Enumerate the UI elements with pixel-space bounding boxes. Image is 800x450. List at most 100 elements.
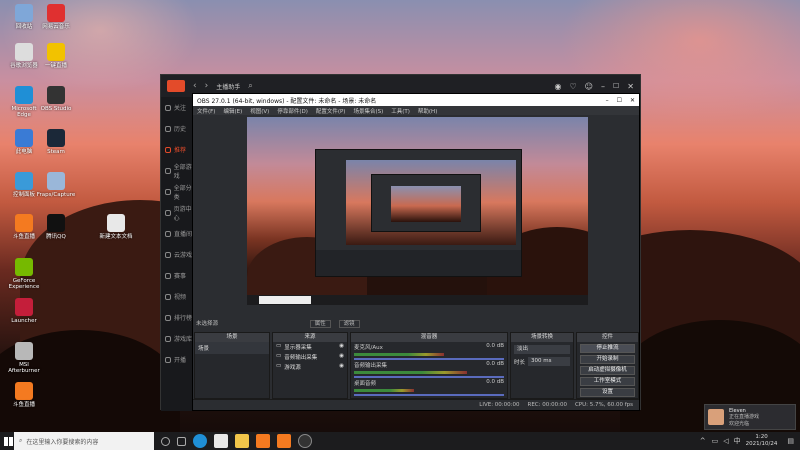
close-icon[interactable]: ✕ [630, 97, 635, 104]
obs-menu-item[interactable]: 停靠部件(D) [277, 107, 308, 115]
sidebar-item-label: 历史 [174, 126, 187, 133]
obs-menu-item[interactable]: 编辑(E) [223, 107, 242, 115]
desktop-icon-label: 斗鱼直播 [12, 402, 35, 408]
clock[interactable]: 1:20 2021/10/24 [746, 434, 778, 447]
sidebar-item[interactable]: 全部游戏 [161, 160, 195, 181]
douyu-icon[interactable] [256, 434, 270, 448]
windows-start-icon[interactable] [4, 437, 13, 446]
obs-menu-item[interactable]: 场景集合(S) [353, 107, 383, 115]
desktop-icon[interactable]: MSI Afterburner [4, 342, 44, 375]
desktop-icon-image [15, 172, 33, 190]
taskbar-search[interactable]: ⌕ 在这里输入你要搜索的内容 [14, 432, 154, 450]
desktop-icon[interactable]: 网易云音乐 [36, 4, 76, 30]
visibility-icon[interactable]: ◉ [339, 353, 344, 361]
source-item[interactable]: ▭ 音频输出采集 ◉ [273, 352, 347, 362]
desktop-icon-label: OBS Studio [40, 106, 72, 112]
sources-panel: 来源 ▭ 显示器采集 ◉ ▭ 音频输出采集 ◉ ▭ 游戏源 ◉ [272, 332, 348, 399]
sidebar-item[interactable]: 游戏库 [161, 328, 195, 349]
maximize-icon[interactable]: ☐ [613, 82, 619, 90]
track-name: 桌面音频 [354, 381, 377, 387]
desktop-icon[interactable]: Fraps/Capture [36, 172, 76, 198]
notification-icon[interactable]: ▤ [787, 437, 794, 445]
close-icon[interactable]: ✕ [627, 82, 634, 91]
heart-icon[interactable]: ♡ [570, 82, 577, 91]
control-button[interactable]: 开始录制 [580, 355, 635, 364]
ime-icon[interactable]: 中 [734, 436, 741, 446]
desktop-icon-image [15, 382, 33, 400]
properties-button[interactable]: 属性 [309, 320, 331, 328]
duration-input[interactable]: 300 ms [528, 357, 570, 366]
obs-taskbar-icon[interactable] [298, 434, 312, 448]
obs-menu-item[interactable]: 视图(V) [250, 107, 269, 115]
sidebar-item-icon [165, 251, 171, 258]
sidebar-item-label: 关注 [174, 105, 187, 112]
volume-icon[interactable]: ◁ [723, 437, 728, 445]
task-view-icon[interactable] [161, 436, 170, 446]
sidebar-item[interactable]: 赛事 [161, 265, 195, 286]
source-item[interactable]: ▭ 游戏源 ◉ [273, 362, 347, 372]
status-bar: LIVE: 00:00:00 REC: 00:00:00 CPU: 5.7%, … [193, 399, 639, 410]
control-button[interactable]: 停止推流 [580, 344, 635, 353]
sidebar-item[interactable]: 全部分类 [161, 181, 195, 202]
sidebar-item[interactable]: 开播 [161, 349, 195, 370]
sidebar-item[interactable]: 历史 [161, 118, 195, 139]
obs-preview[interactable] [247, 117, 588, 305]
filters-button[interactable]: 滤镜 [338, 320, 360, 328]
forward-icon[interactable]: › [205, 81, 209, 91]
back-icon[interactable]: ‹ [193, 81, 197, 91]
volume-slider[interactable] [354, 358, 504, 360]
folder-icon[interactable] [235, 434, 249, 448]
obs-menu-item[interactable]: 工具(T) [391, 107, 410, 115]
transition-select[interactable]: 淡出 [514, 345, 570, 354]
desktop-icon[interactable]: 新建文本文档 [96, 214, 136, 240]
douyu-icon-2[interactable] [277, 434, 291, 448]
store-icon[interactable] [214, 434, 228, 448]
desktop-icon-image [15, 86, 33, 104]
sidebar-item[interactable]: 关注 [161, 97, 195, 118]
desktop-icon[interactable]: Launcher [4, 298, 44, 324]
desktop-icon-image [47, 43, 65, 61]
desktop-icon[interactable]: 一键直播 [36, 43, 76, 69]
record-icon[interactable]: ◉ [555, 82, 562, 91]
tray-chevron-icon[interactable]: ^ [700, 437, 706, 445]
volume-slider[interactable] [354, 376, 504, 378]
sidebar-item[interactable]: 视频 [161, 286, 195, 307]
notification-toast[interactable]: Eleven 正在直播游戏 欢迎光临 [704, 404, 796, 430]
visibility-icon[interactable]: ◉ [339, 343, 344, 351]
user-icon[interactable]: ☺ [585, 82, 593, 91]
control-button[interactable]: 工作室模式 [580, 377, 635, 386]
desktop-icon[interactable]: 斗鱼直播 [4, 382, 44, 408]
scenes-header: 场景 [195, 333, 269, 342]
visibility-icon[interactable]: ◉ [339, 363, 344, 371]
maximize-icon[interactable]: ☐ [617, 97, 622, 104]
obs-menu-item[interactable]: 文件(F) [197, 107, 215, 115]
minimize-icon[interactable]: – [601, 82, 605, 91]
network-icon[interactable]: ▭ [712, 437, 719, 445]
sidebar-item[interactable]: 页游中心 [161, 202, 195, 223]
control-button[interactable]: 启动虚拟摄像机 [580, 366, 635, 375]
sidebar-item-icon [165, 167, 171, 174]
desktop-icon-image [15, 129, 33, 147]
sidebar-item[interactable]: 云游戏 [161, 244, 195, 265]
search-icon[interactable]: ⌕ [248, 81, 252, 91]
controls-header: 控件 [577, 333, 638, 342]
sidebar-item[interactable]: 排行榜 [161, 307, 195, 328]
control-button[interactable]: 设置 [580, 388, 635, 397]
edge-icon[interactable] [193, 434, 207, 448]
sidebar-item[interactable]: 直播间 [161, 223, 195, 244]
mixer-panel: 混音器 麦克风/Aux 0.0 dB 音频输出采集 0.0 dB 桌面音频 0.0 dB [350, 332, 508, 399]
desktop-icon[interactable]: OBS Studio [36, 86, 76, 112]
sidebar-item-icon [165, 209, 171, 216]
obs-menu-item[interactable]: 配置文件(P) [316, 107, 346, 115]
volume-slider[interactable] [354, 394, 504, 396]
obs-menu-item[interactable]: 帮助(H) [418, 107, 437, 115]
source-item[interactable]: ▭ 显示器采集 ◉ [273, 342, 347, 352]
desktop-icon[interactable]: GeForce Experience [4, 258, 44, 291]
sidebar-item[interactable]: 推荐 [161, 139, 195, 160]
desktop-icon[interactable]: Steam [36, 129, 76, 155]
desktop-icon[interactable]: 腾讯QQ [36, 214, 76, 240]
scene-item[interactable]: 场景 [195, 342, 269, 354]
sidebar-item-label: 直播间 [174, 231, 193, 238]
minimize-icon[interactable]: – [606, 97, 609, 104]
taskbar-app-icon[interactable] [177, 436, 186, 446]
